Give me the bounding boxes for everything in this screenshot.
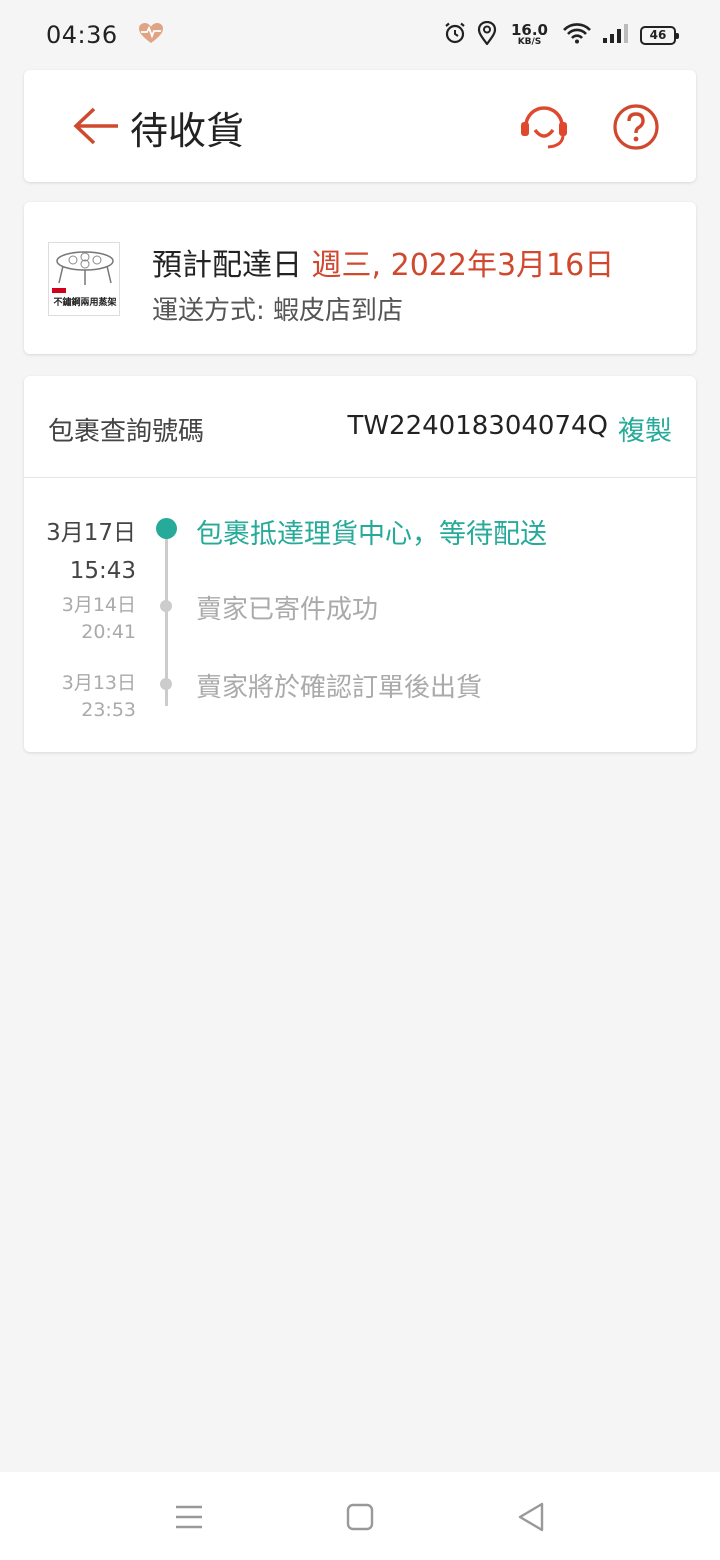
event-datetime: 3月13日 23:53	[62, 670, 136, 724]
event-time: 23:53	[81, 699, 136, 721]
wifi-icon	[562, 22, 592, 48]
question-icon	[613, 104, 659, 150]
headset-icon	[521, 106, 567, 149]
event-time: 20:41	[81, 621, 136, 643]
back-button[interactable]	[72, 106, 120, 146]
tracking-number-label: 包裹查詢號碼	[48, 417, 205, 447]
eta-line: 預計配達日 週三, 2022年3月16日	[152, 240, 614, 284]
thumbnail-tag	[52, 288, 66, 293]
health-heart-icon	[138, 22, 164, 48]
status-time: 04:36	[46, 21, 118, 49]
event-text: 包裹抵達理貨中心，等待配送	[196, 519, 547, 550]
signal-icon	[602, 22, 630, 48]
alarm-icon	[443, 21, 467, 49]
eta-date: 週三, 2022年3月16日	[311, 248, 615, 283]
shipping-method: 運送方式: 蝦皮店到店	[152, 296, 404, 326]
customer-service-button[interactable]	[518, 100, 570, 152]
status-left: 04:36	[46, 21, 164, 49]
help-button[interactable]	[612, 103, 660, 151]
timeline-dot	[160, 600, 172, 612]
status-right: 16.0 KB/S 46	[443, 20, 679, 49]
timeline-dot-active	[156, 518, 177, 539]
menu-icon	[176, 1505, 202, 1529]
triangle-back-icon	[518, 1502, 544, 1532]
thumbnail-label: 不鏽鋼兩用蒸架	[53, 298, 117, 308]
delivery-info-card: 不鏽鋼兩用蒸架 預計配達日 週三, 2022年3月16日 運送方式: 蝦皮店到店	[24, 202, 696, 354]
event-date: 3月17日	[46, 520, 136, 546]
square-icon	[346, 1503, 374, 1531]
product-thumbnail: 不鏽鋼兩用蒸架	[48, 242, 120, 316]
steamer-rack-image	[56, 251, 114, 285]
event-date: 3月14日	[61, 594, 136, 616]
event-datetime: 3月17日 15:43	[46, 514, 136, 590]
header-bar: 待收貨	[24, 70, 696, 182]
copy-button[interactable]: 複製	[618, 409, 672, 448]
eta-label: 預計配達日	[152, 248, 312, 283]
event-time: 15:43	[69, 558, 136, 584]
page-title: 待收貨	[130, 109, 245, 153]
system-nav-bar	[0, 1472, 720, 1560]
network-speed-value: 16.0	[510, 21, 548, 39]
back-arrow-icon	[73, 107, 118, 145]
network-speed-unit: KB/S	[517, 37, 542, 47]
event-date: 3月13日	[61, 672, 136, 694]
timeline-dot	[160, 678, 172, 690]
tracking-timeline: 3月17日 15:43 包裹抵達理貨中心，等待配送 3月14日 20:41 賣家…	[24, 478, 696, 752]
tracking-number: TW224018304074Q	[347, 411, 608, 441]
tracking-card: 包裹查詢號碼 TW224018304074Q 複製 3月17日 15:43 包裹…	[24, 376, 696, 752]
status-bar: 04:36 16.0 KB/S 46	[0, 0, 720, 70]
recent-apps-button[interactable]	[172, 1500, 206, 1534]
home-button[interactable]	[343, 1500, 377, 1534]
battery-indicator: 46	[640, 25, 679, 45]
network-speed: 16.0 KB/S	[511, 23, 548, 47]
tracking-header: 包裹查詢號碼 TW224018304074Q 複製	[24, 376, 696, 478]
system-back-button[interactable]	[514, 1500, 548, 1534]
location-icon	[477, 20, 497, 49]
event-text: 賣家將於確認訂單後出貨	[196, 673, 483, 703]
event-datetime: 3月14日 20:41	[62, 592, 136, 646]
event-text: 賣家已寄件成功	[196, 595, 379, 625]
